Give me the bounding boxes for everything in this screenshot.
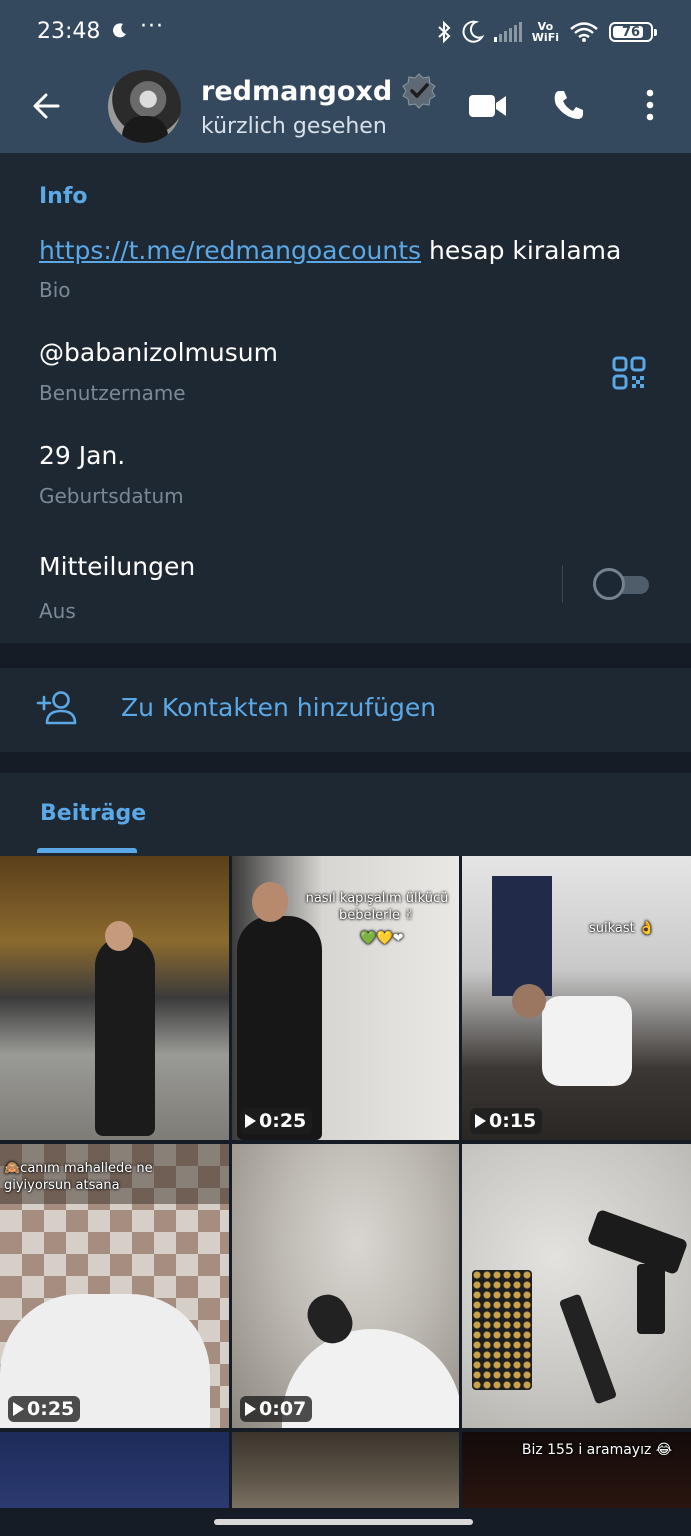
video-duration: 0:07 — [240, 1396, 313, 1422]
vowifi-indicator: Vo WiFi — [532, 21, 559, 43]
tab-posts[interactable]: Beiträge — [40, 801, 146, 826]
video-duration: 0:25 — [8, 1396, 81, 1422]
more-options-icon[interactable] — [640, 88, 660, 124]
more-notifications-icon: ··· — [140, 14, 164, 39]
status-time: 23:48 — [37, 19, 101, 44]
voice-call-icon[interactable] — [552, 88, 586, 122]
tile-caption: Biz 155 i aramayız 😂 — [521, 1442, 673, 1458]
media-tile[interactable]: 🙈canım mahallede ne giyiyorsun atsana 0:… — [0, 1144, 229, 1428]
username-label: Benutzername — [39, 381, 186, 405]
chat-header: redmangoxd kürzlich gesehen — [0, 64, 691, 153]
media-tile[interactable] — [0, 856, 229, 1140]
media-tile[interactable] — [0, 1432, 229, 1508]
media-tile[interactable]: suikast 👌 0:15 — [462, 856, 691, 1140]
vowifi-bottom-label: WiFi — [531, 31, 559, 44]
media-tile[interactable]: nasıl kapışalım ülkücü bebelerle ✌ 💚💛❤ 0… — [232, 856, 459, 1140]
wifi-icon — [570, 22, 598, 42]
system-navigation-bar — [0, 1508, 691, 1536]
add-contact-label: Zu Kontakten hinzufügen — [121, 693, 437, 722]
media-tile[interactable]: Biz 155 i aramayız 😂 — [462, 1432, 691, 1508]
divider — [562, 565, 563, 603]
video-duration: 0:15 — [470, 1108, 543, 1134]
video-call-icon[interactable] — [468, 92, 508, 120]
username-value[interactable]: @babanizolmusum — [39, 338, 278, 367]
bio-row[interactable]: https://t.me/redmangoacounts hesap kiral… — [39, 236, 621, 265]
battery-level: 76 — [621, 24, 641, 40]
last-seen-status: kürzlich gesehen — [201, 114, 387, 139]
tile-caption-emoji: 💚💛❤ — [360, 931, 404, 946]
media-grid: nasıl kapışalım ülkücü bebelerle ✌ 💚💛❤ 0… — [0, 856, 691, 1508]
bluetooth-icon — [438, 20, 451, 44]
top-bar: 23:48 ··· Vo WiFi 76 redmangoxd kürzlich… — [0, 0, 691, 153]
media-tile[interactable]: 0:07 — [232, 1144, 459, 1428]
add-person-icon — [36, 691, 77, 725]
section-gap — [0, 643, 691, 668]
posts-tab-bar: Beiträge — [0, 773, 691, 856]
status-bar: 23:48 ··· Vo WiFi 76 — [0, 0, 691, 64]
bio-link[interactable]: https://t.me/redmangoacounts — [39, 236, 421, 265]
sleep-mode-icon — [113, 23, 126, 38]
home-gesture-handle[interactable] — [214, 1519, 473, 1525]
notifications-toggle[interactable] — [593, 568, 650, 600]
notifications-state: Aus — [39, 599, 76, 623]
birthday-label: Geburtsdatum — [39, 484, 184, 508]
verified-badge-icon — [402, 73, 436, 109]
notifications-label[interactable]: Mitteilungen — [39, 552, 195, 581]
video-duration: 0:25 — [240, 1108, 313, 1134]
media-tile[interactable] — [462, 1144, 691, 1428]
bio-label: Bio — [39, 278, 71, 302]
qr-code-icon[interactable] — [612, 356, 646, 390]
profile-name-row: redmangoxd — [201, 72, 438, 110]
birthday-value: 29 Jan. — [39, 441, 126, 470]
status-icons: Vo WiFi 76 — [436, 18, 657, 46]
add-contact-button[interactable]: Zu Kontakten hinzufügen — [0, 668, 691, 752]
battery-icon: 76 — [609, 22, 657, 42]
tile-caption: nasıl kapışalım ülkücü bebelerle ✌ — [305, 891, 449, 923]
avatar[interactable] — [108, 70, 181, 143]
section-gap — [0, 752, 691, 773]
signal-icon — [493, 22, 522, 42]
tile-caption: 🙈canım mahallede ne giyiyorsun atsana — [4, 1161, 153, 1193]
tile-caption: suikast 👌 — [588, 921, 656, 936]
do-not-disturb-moon-icon — [462, 20, 484, 43]
tab-indicator — [37, 848, 137, 853]
info-section: Info https://t.me/redmangoacounts hesap … — [0, 153, 691, 643]
info-section-title: Info — [39, 184, 88, 209]
media-tile[interactable] — [232, 1432, 459, 1508]
bio-text: hesap kiralama — [421, 236, 622, 265]
profile-name: redmangoxd — [201, 75, 393, 107]
back-arrow-icon[interactable] — [28, 86, 68, 126]
